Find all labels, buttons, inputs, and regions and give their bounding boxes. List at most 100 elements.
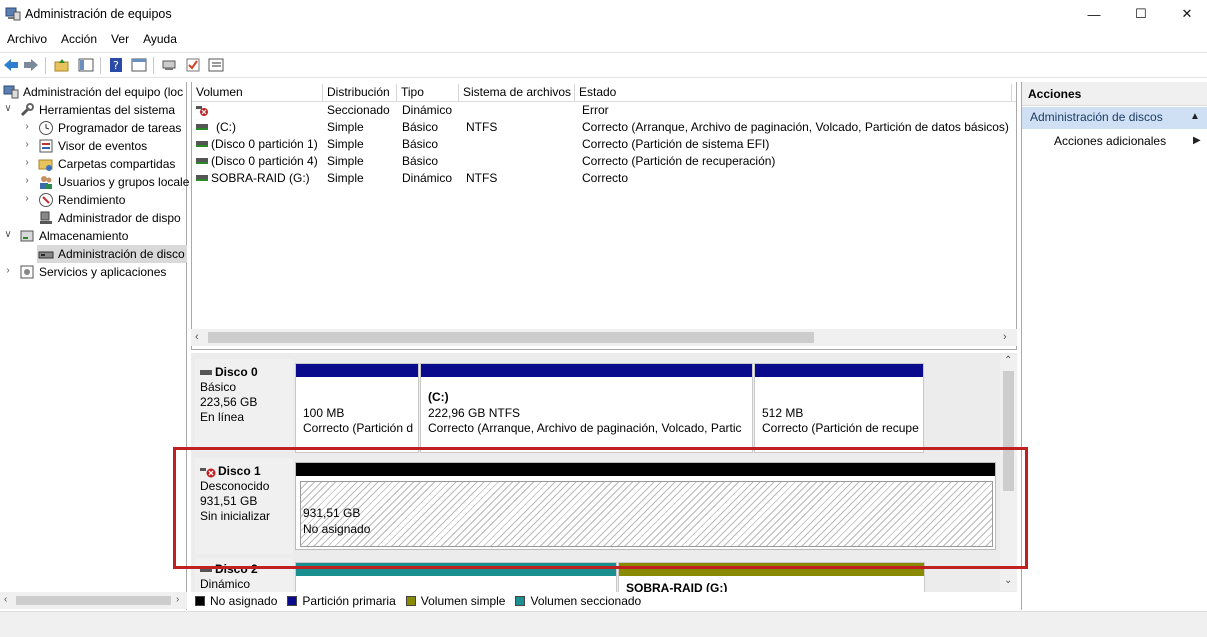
tree-item-device-manager[interactable]: Administrador de dispo bbox=[38, 209, 181, 227]
expand-chevron-icon[interactable]: › bbox=[3, 265, 13, 276]
tree-item-root[interactable]: Administración del equipo (loc bbox=[3, 83, 183, 101]
disk-size: 223,56 GB bbox=[200, 395, 258, 409]
scroll-down-icon[interactable]: ⌄ bbox=[1004, 575, 1012, 586]
expand-chevron-icon[interactable]: › bbox=[22, 175, 32, 186]
back-arrow-icon[interactable] bbox=[2, 56, 20, 74]
help-icon[interactable]: ? bbox=[107, 56, 125, 74]
actions-more-item[interactable]: Acciones adicionales bbox=[1054, 134, 1166, 148]
scroll-up-icon[interactable]: ⌃ bbox=[1004, 355, 1012, 366]
tree-label: Visor de eventos bbox=[58, 139, 148, 153]
menu-archivo[interactable]: Archivo bbox=[0, 30, 54, 50]
primary-partition-bar bbox=[755, 364, 923, 377]
expand-chevron-icon[interactable]: › bbox=[22, 139, 32, 150]
error-disk-icon bbox=[196, 104, 208, 116]
disk-icon bbox=[196, 158, 208, 164]
tree-item-shared-folders[interactable]: Carpetas compartidas bbox=[38, 155, 175, 173]
list-view-icon[interactable] bbox=[207, 56, 225, 74]
submenu-arrow-icon[interactable]: ▶ bbox=[1193, 135, 1201, 146]
scroll-thumb[interactable] bbox=[208, 332, 814, 343]
table-cell: Seccionado bbox=[327, 103, 390, 117]
tree-item-system-tools[interactable]: Herramientas del sistema bbox=[19, 101, 175, 119]
users-icon bbox=[38, 174, 54, 190]
table-cell bbox=[211, 102, 321, 119]
table-cell: Correcto (Partición de recuperación) bbox=[582, 154, 776, 168]
expand-chevron-icon[interactable]: › bbox=[22, 121, 32, 132]
properties-icon[interactable] bbox=[130, 56, 148, 74]
table-cell: Básico bbox=[402, 137, 439, 151]
svg-text:?: ? bbox=[113, 59, 119, 72]
up-folder-icon[interactable] bbox=[53, 56, 71, 74]
disk0-partition-recovery[interactable]: 512 MB Correcto (Partición de recupe bbox=[754, 363, 924, 453]
column-header-type[interactable]: Tipo bbox=[397, 84, 459, 102]
toolbar: ? bbox=[0, 52, 1207, 78]
tree-item-performance[interactable]: Rendimiento bbox=[38, 191, 125, 209]
show-hide-tree-icon[interactable] bbox=[77, 56, 95, 74]
tree-item-storage[interactable]: Almacenamiento bbox=[19, 227, 128, 245]
table-cell: (Disco 0 partición 4) bbox=[211, 154, 318, 168]
close-button[interactable]: ✕ bbox=[1164, 0, 1207, 28]
table-cell: Simple bbox=[327, 171, 364, 185]
scroll-right-icon[interactable]: › bbox=[1003, 331, 1007, 343]
column-header-layout[interactable]: Distribución bbox=[323, 84, 397, 102]
disk-icon bbox=[196, 141, 208, 147]
actions-section-disk-management[interactable]: Administración de discos ▲ bbox=[1022, 107, 1207, 129]
table-cell: Básico bbox=[402, 120, 439, 134]
table-cell: NTFS bbox=[466, 171, 498, 185]
tree-label: Usuarios y grupos locale bbox=[58, 175, 190, 189]
column-header-filesystem[interactable]: Sistema de archivos bbox=[459, 84, 575, 102]
tree-label: Herramientas del sistema bbox=[39, 103, 176, 117]
expand-chevron-icon[interactable]: › bbox=[22, 193, 32, 204]
legend-swatch bbox=[195, 596, 205, 606]
partition-name: SOBRA-RAID (G:) bbox=[626, 581, 728, 592]
menu-accion[interactable]: Acción bbox=[54, 30, 104, 50]
tools-icon bbox=[19, 102, 35, 118]
primary-partition-bar bbox=[421, 364, 752, 377]
collapse-chevron-icon[interactable]: ∨ bbox=[3, 103, 13, 114]
actions-title: Acciones bbox=[1022, 82, 1207, 106]
tree-item-event-viewer[interactable]: Visor de eventos bbox=[38, 137, 147, 155]
performance-icon bbox=[38, 192, 54, 208]
tree-horizontal-scrollbar[interactable]: ‹ › bbox=[0, 592, 187, 609]
clock-icon bbox=[38, 120, 54, 136]
minimize-button[interactable]: — bbox=[1071, 0, 1117, 28]
table-cell: Simple bbox=[327, 120, 364, 134]
table-cell: Correcto bbox=[582, 171, 629, 185]
computer-management-icon bbox=[3, 84, 19, 100]
legend-unallocated: No asignado bbox=[195, 594, 277, 608]
table-cell: SOBRA-RAID (G:) bbox=[211, 171, 310, 185]
action-label: Acciones adicionales bbox=[1054, 134, 1167, 148]
scroll-right-icon[interactable]: › bbox=[176, 594, 179, 605]
table-cell: Correcto (Partición de sistema EFI) bbox=[582, 137, 770, 151]
disk0-partition-efi[interactable]: 100 MB Correcto (Partición d bbox=[295, 363, 419, 453]
column-header-volume[interactable]: Volumen bbox=[192, 84, 323, 102]
disk-0-label[interactable]: Disco 0 Básico 223,56 GB En línea bbox=[195, 359, 293, 451]
table-cell: Dinámico bbox=[402, 103, 453, 117]
expand-chevron-icon[interactable]: › bbox=[22, 157, 32, 168]
forward-arrow-icon[interactable] bbox=[22, 56, 40, 74]
table-cell: (Disco 0 partición 1) bbox=[211, 137, 318, 151]
disk0-partition-c[interactable]: (C:) 222,96 GB NTFS Correcto (Arranque, … bbox=[420, 363, 753, 453]
scroll-left-icon[interactable]: ‹ bbox=[4, 594, 7, 605]
tree-item-task-scheduler[interactable]: Programador de tareas bbox=[38, 119, 181, 137]
legend-label: Volumen simple bbox=[420, 594, 506, 608]
connect-icon[interactable] bbox=[160, 56, 178, 74]
checklist-icon[interactable] bbox=[184, 56, 202, 74]
menu-ver[interactable]: Ver bbox=[104, 30, 136, 50]
column-header-status[interactable]: Estado bbox=[575, 84, 1012, 102]
tree-item-disk-management[interactable]: Administración de disco bbox=[37, 245, 187, 263]
menu-ayuda[interactable]: Ayuda bbox=[136, 30, 184, 50]
scroll-left-icon[interactable]: ‹ bbox=[195, 331, 199, 343]
collapse-triangle-icon[interactable]: ▲ bbox=[1190, 111, 1200, 122]
partition-size: 222,96 GB NTFS bbox=[428, 406, 521, 420]
scroll-thumb[interactable] bbox=[16, 596, 171, 605]
tree-label: Administración de disco bbox=[58, 247, 185, 261]
maximize-button[interactable]: ☐ bbox=[1118, 0, 1164, 28]
tree-item-users-groups[interactable]: Usuarios y grupos locale bbox=[38, 173, 189, 191]
disk-icon bbox=[196, 175, 208, 181]
legend-swatch bbox=[515, 596, 526, 606]
table-cell: (C:) bbox=[216, 120, 236, 134]
tree-item-services-apps[interactable]: Servicios y aplicaciones bbox=[19, 263, 166, 281]
volume-list-horizontal-scrollbar[interactable]: ‹ › bbox=[191, 329, 1017, 346]
collapse-chevron-icon[interactable]: ∨ bbox=[3, 229, 13, 240]
table-cell: Simple bbox=[327, 137, 364, 151]
